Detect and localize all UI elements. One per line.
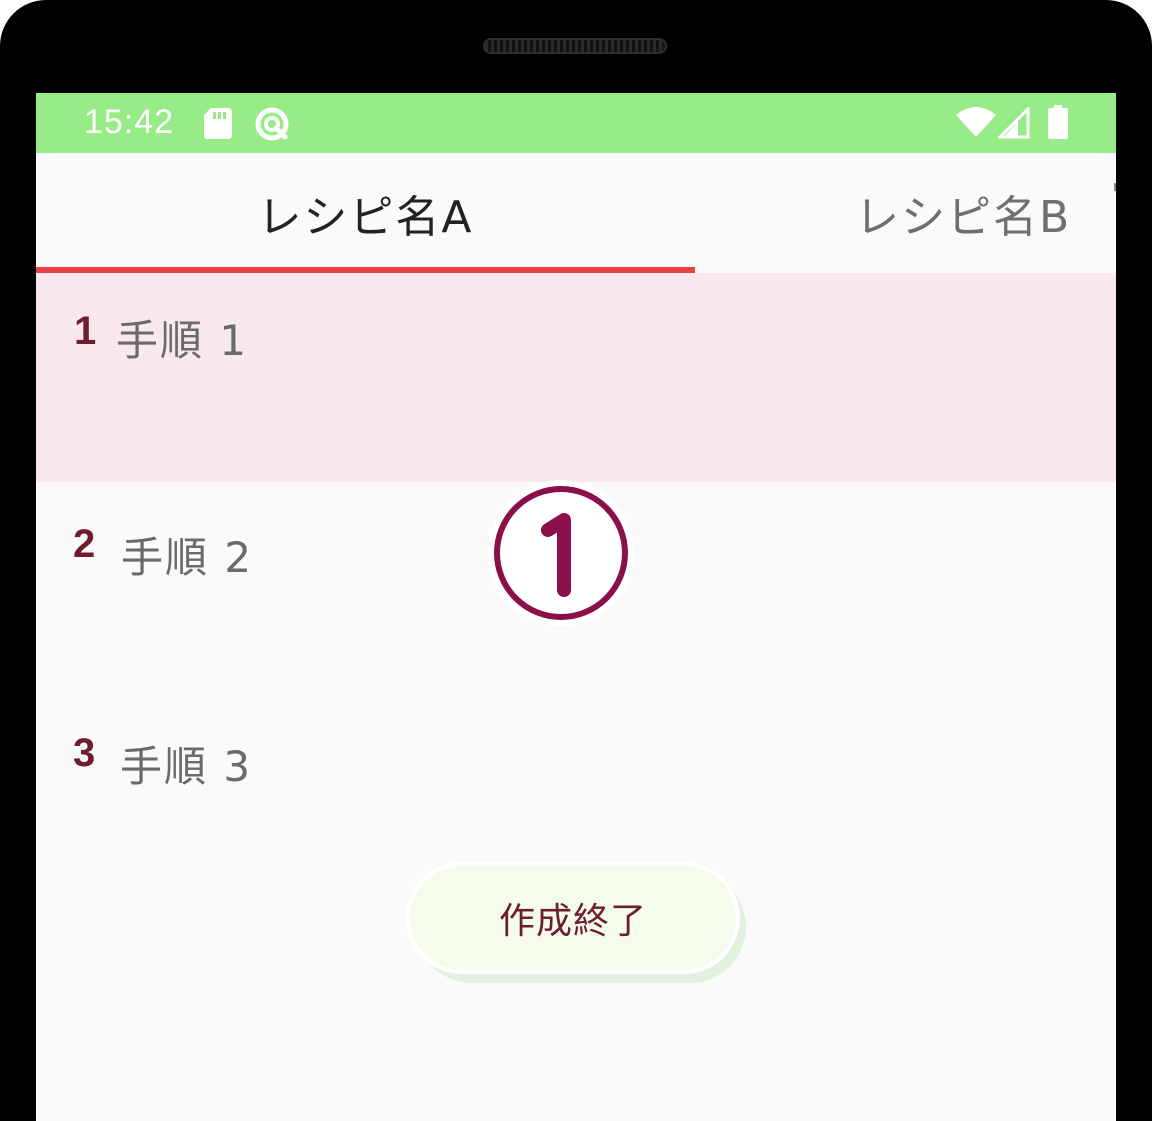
status-bar: 15:42 [36, 93, 1116, 153]
phone-frame: 15:42 レシピ名A レシピ名B 1 手順 1 2 手順 2 3 手順 3 作… [0, 0, 1152, 1121]
tab-recipe-a[interactable]: レシピ名A [36, 153, 695, 273]
circled-one-glyph [541, 513, 571, 597]
step-label: 手順 1 [116, 316, 249, 365]
annotation-marker-number: ① [494, 486, 628, 620]
cell-signal-icon [998, 107, 1030, 139]
tab-recipe-a-label: レシピ名A [257, 192, 474, 243]
list-item-step-1[interactable]: 1 手順 1 [36, 273, 1116, 482]
tab-recipe-b[interactable]: レシピ名B [695, 153, 1116, 273]
tab-scroll-edge [1114, 183, 1116, 191]
status-time: 15:42 [84, 103, 175, 141]
wifi-icon [956, 107, 996, 137]
recipe-tabs: レシピ名A レシピ名B [36, 153, 1116, 273]
step-number: 2 [73, 522, 96, 566]
sd-card-icon [204, 108, 232, 139]
battery-icon [1048, 105, 1068, 139]
step-label: 手順 2 [121, 533, 254, 582]
phone-speaker [483, 38, 667, 54]
finish-button-label: 作成終了 [498, 901, 647, 942]
step-number: 1 [74, 309, 97, 353]
step-label: 手順 3 [120, 742, 253, 791]
finish-button[interactable]: 作成終了 [406, 862, 740, 974]
annotation-marker: ① [488, 480, 634, 626]
app-screen: 15:42 レシピ名A レシピ名B 1 手順 1 2 手順 2 3 手順 3 作… [36, 93, 1116, 1121]
tab-recipe-b-label: レシピ名B [855, 192, 1072, 243]
step-number: 3 [73, 731, 96, 775]
sync-icon [255, 107, 289, 141]
